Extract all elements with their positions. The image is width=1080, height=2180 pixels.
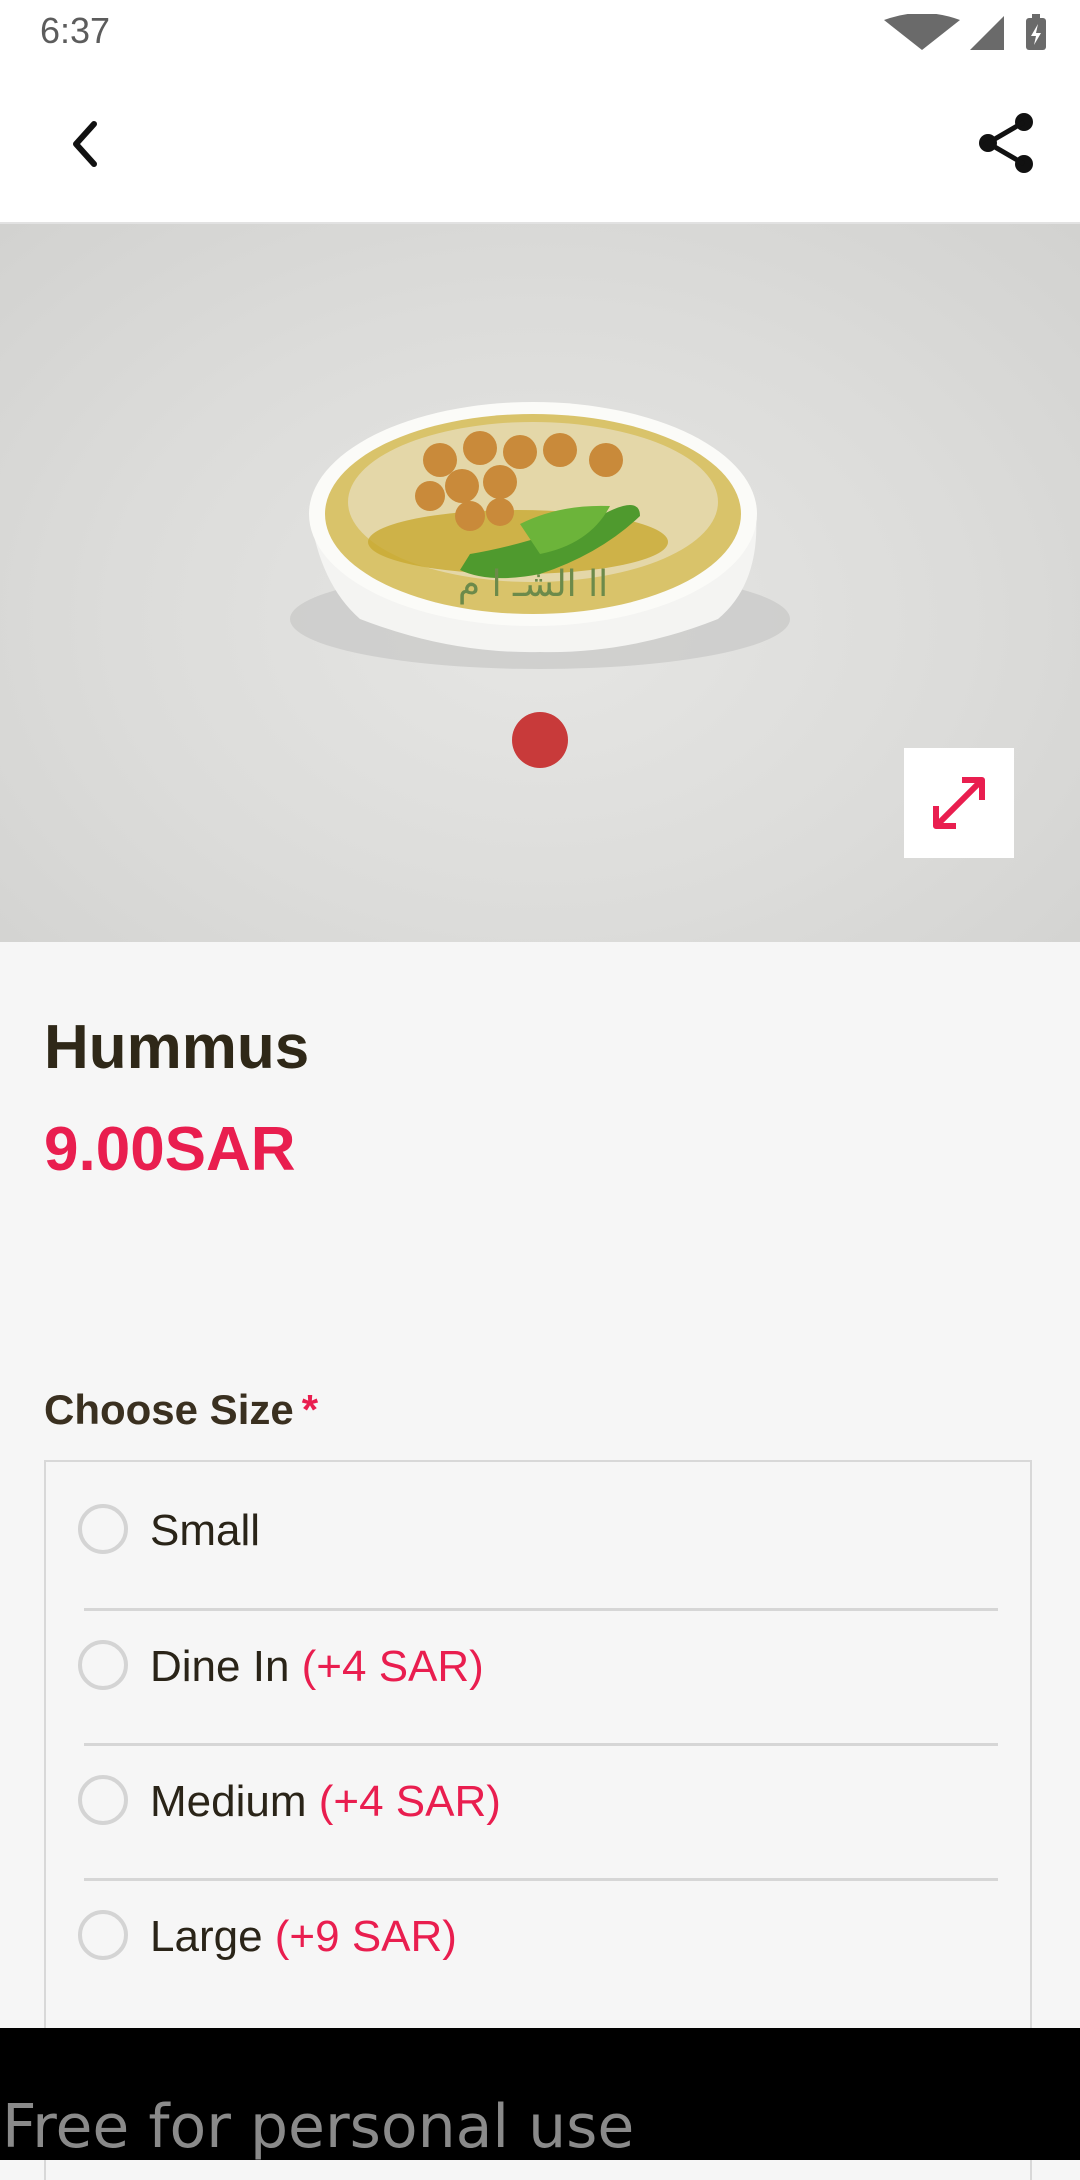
option-price-delta: (+4 SAR) — [318, 1777, 501, 1826]
battery-icon — [1026, 14, 1046, 50]
options-label-text: Choose Size — [44, 1386, 294, 1433]
option-name: Dine In — [150, 1642, 290, 1691]
radio-button[interactable] — [78, 1910, 128, 1960]
option-medium[interactable]: Medium (+4 SAR) — [46, 1733, 1030, 1867]
back-chevron-icon[interactable] — [58, 114, 118, 174]
status-time: 6:37 — [40, 10, 111, 51]
svg-text:اا الشـ ا م: اا الشـ ا م — [458, 564, 608, 605]
option-large[interactable]: Large (+9 SAR) — [46, 1868, 1030, 2002]
expand-image-button[interactable] — [904, 748, 1014, 858]
option-label: Dine In (+4 SAR) — [150, 1642, 484, 1692]
expand-diagonal-icon — [933, 777, 985, 829]
option-price-delta: (+9 SAR) — [274, 1912, 457, 1961]
product-title: Hummus — [44, 1013, 310, 1082]
radio-button[interactable] — [78, 1640, 128, 1690]
cell-signal-icon — [970, 16, 1004, 50]
option-label: Medium (+4 SAR) — [150, 1777, 501, 1827]
status-bar: 6:37 — [0, 0, 1080, 66]
watermark-bar: Free for personal use — [0, 2028, 1080, 2162]
product-image[interactable]: اا الشـ ا م — [0, 224, 1080, 942]
option-small[interactable]: Small — [46, 1462, 1030, 1596]
status-icons — [884, 14, 1046, 50]
required-marker: * — [301, 1386, 319, 1433]
option-name: Medium — [150, 1777, 307, 1826]
option-name: Large — [150, 1912, 263, 1961]
option-label: Small — [150, 1506, 260, 1556]
radio-button[interactable] — [78, 1775, 128, 1825]
option-label: Large (+9 SAR) — [150, 1912, 457, 1962]
radio-button[interactable] — [78, 1504, 128, 1554]
option-name: Small — [150, 1506, 261, 1555]
wifi-icon — [884, 14, 960, 50]
share-icon[interactable] — [974, 110, 1040, 176]
option-dine-in[interactable]: Dine In (+4 SAR) — [46, 1598, 1030, 1732]
option-price-delta: (+4 SAR) — [301, 1642, 484, 1691]
app-bar — [0, 66, 1080, 224]
options-section-label: Choose Size * — [44, 1386, 318, 1434]
product-price: 9.00SAR — [44, 1115, 296, 1184]
watermark-text: Free for personal use — [2, 2092, 635, 2162]
